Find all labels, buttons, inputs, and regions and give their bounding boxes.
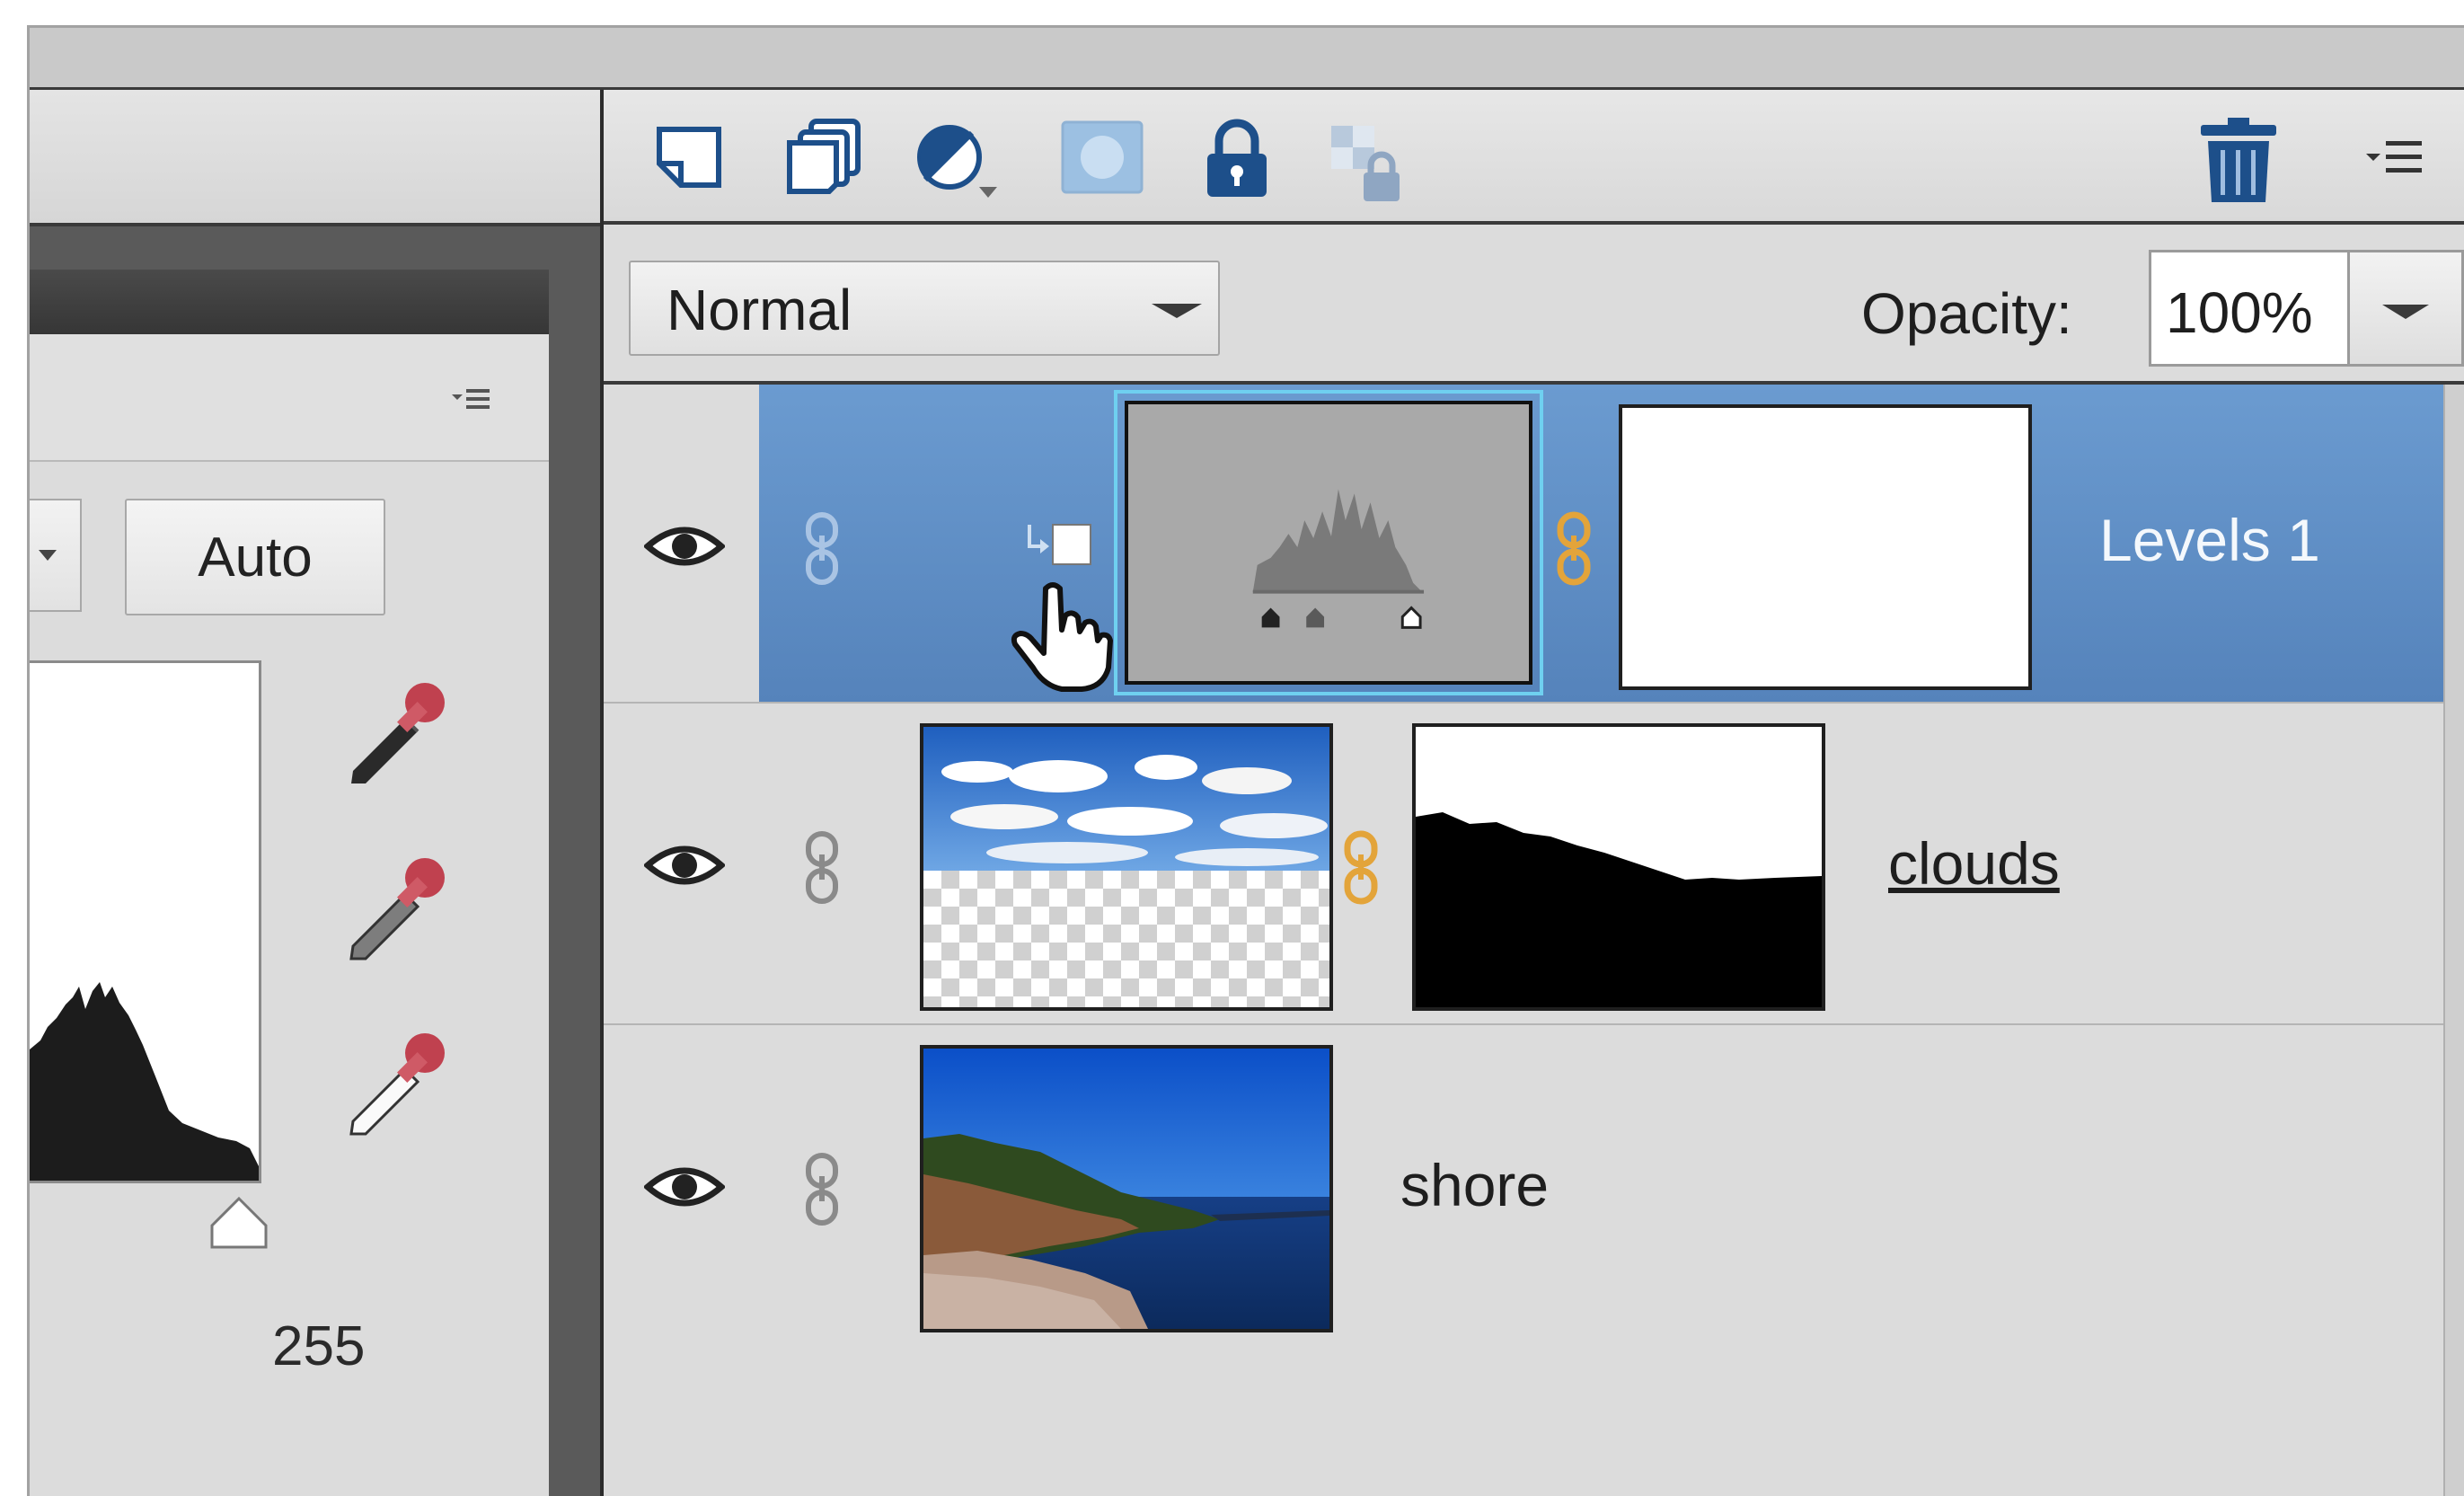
layers-panel: Normal Opacity: 100% Levels 1 clouds sho… xyxy=(604,90,2464,1496)
layer-thumbnail[interactable] xyxy=(920,1045,1333,1332)
clip-indicator-icon xyxy=(1022,519,1094,573)
opacity-field[interactable]: 100% xyxy=(2149,250,2350,367)
opacity-value: 100% xyxy=(2166,280,2313,345)
layer-row[interactable]: clouds xyxy=(604,704,2443,1025)
white-output-value: 255 xyxy=(272,1315,366,1377)
new-layer-icon[interactable] xyxy=(649,117,729,198)
trash-icon[interactable] xyxy=(2194,112,2283,211)
layer-name[interactable]: Levels 1 xyxy=(2099,506,2320,574)
window-top-strip xyxy=(30,28,2464,90)
chevron-down-icon xyxy=(1152,304,1202,318)
chevron-down-icon xyxy=(2382,305,2429,319)
white-point-eyedropper-icon[interactable] xyxy=(335,1015,461,1141)
eye-icon[interactable] xyxy=(642,519,727,573)
link-icon[interactable] xyxy=(799,829,844,906)
panel-menu-icon[interactable] xyxy=(2362,130,2443,184)
lock-transparency-icon xyxy=(1322,117,1412,207)
adjustment-layer-icon[interactable] xyxy=(909,117,1008,207)
histogram xyxy=(30,660,261,1183)
lock-all-icon[interactable] xyxy=(1197,112,1277,202)
layer-mask-thumbnail[interactable] xyxy=(1412,723,1825,1011)
hand-cursor-icon xyxy=(1006,578,1114,695)
eye-icon[interactable] xyxy=(642,1160,727,1214)
chevron-down-icon xyxy=(39,550,57,561)
scrollbar-track[interactable] xyxy=(2443,385,2464,1496)
layer-thumbnail[interactable] xyxy=(920,723,1333,1011)
link-icon[interactable] xyxy=(799,1151,844,1227)
layer-row[interactable]: shore xyxy=(604,1025,2443,1347)
blend-mode-value: Normal xyxy=(667,278,852,342)
black-point-eyedropper-icon[interactable] xyxy=(335,665,461,791)
link-icon[interactable] xyxy=(799,510,844,587)
levels-thumbnail-image xyxy=(1125,401,1532,685)
opacity-label: Opacity: xyxy=(1861,281,2072,346)
layer-name[interactable]: clouds xyxy=(1888,829,2060,898)
opacity-dropdown-button[interactable] xyxy=(2350,250,2464,367)
layer-row[interactable]: Levels 1 xyxy=(604,385,2443,704)
left-panel-header xyxy=(30,90,600,225)
mask-link-icon[interactable] xyxy=(1551,510,1596,587)
blend-mode-dropdown[interactable]: Normal xyxy=(629,261,1220,356)
panel-menu-icon[interactable] xyxy=(450,382,495,418)
eye-icon[interactable] xyxy=(642,838,727,892)
new-group-icon[interactable] xyxy=(779,112,869,202)
auto-button[interactable]: Auto xyxy=(125,499,385,615)
levels-panel: Auto 255 xyxy=(30,270,549,1496)
white-point-slider[interactable] xyxy=(207,1195,271,1251)
layers-toolbar xyxy=(604,90,2464,225)
layer-mask-icon xyxy=(1057,117,1147,198)
app-window: Auto 255 Normal Opacity: 100% Levels 1 c… xyxy=(0,0,2464,1496)
levels-panel-titlebar xyxy=(30,270,549,334)
adjustment-thumbnail[interactable] xyxy=(1114,390,1543,695)
channel-dropdown[interactable] xyxy=(30,499,82,612)
layer-name[interactable]: shore xyxy=(1400,1151,1549,1219)
layer-mask-thumbnail[interactable] xyxy=(1619,404,2032,690)
auto-button-label: Auto xyxy=(198,526,313,589)
mask-link-icon[interactable] xyxy=(1338,829,1383,906)
gray-point-eyedropper-icon[interactable] xyxy=(335,840,461,966)
